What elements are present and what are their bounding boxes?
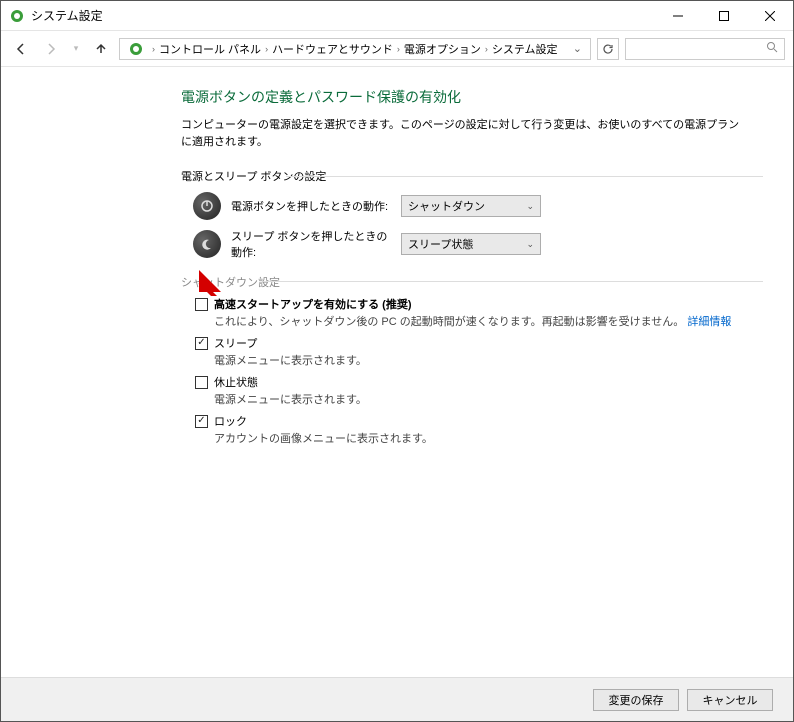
fast-startup-title: 高速スタートアップを有効にする (推奨) bbox=[214, 296, 412, 312]
chevron-right-icon: › bbox=[265, 44, 268, 54]
footer: 変更の保存 キャンセル bbox=[1, 677, 793, 721]
breadcrumb-item[interactable]: 電源オプション bbox=[404, 41, 481, 57]
fast-startup-option: 高速スタートアップを有効にする (推奨) これにより、シャットダウン後の PC … bbox=[195, 296, 793, 329]
navbar: ▾ › コントロール パネル › ハードウェアとサウンド › 電源オプション ›… bbox=[1, 31, 793, 67]
page-heading: 電源ボタンの定義とパスワード保護の有効化 bbox=[181, 87, 793, 107]
back-button[interactable] bbox=[9, 37, 33, 61]
breadcrumb-item[interactable]: ハードウェアとサウンド bbox=[272, 41, 393, 57]
power-icon bbox=[193, 192, 221, 220]
sleep-title: スリープ bbox=[214, 335, 257, 351]
hibernate-option: 休止状態 電源メニューに表示されます。 bbox=[195, 374, 793, 407]
lock-checkbox[interactable] bbox=[195, 415, 208, 428]
save-button[interactable]: 変更の保存 bbox=[593, 689, 679, 711]
hibernate-checkbox[interactable] bbox=[195, 376, 208, 389]
sleep-button-row: スリープ ボタンを押したときの動作: スリープ状態 ⌄ bbox=[193, 228, 793, 260]
shutdown-group-label: シャットダウン設定 bbox=[181, 274, 793, 290]
sleep-button-action-select[interactable]: スリープ状態 ⌄ bbox=[401, 233, 541, 255]
window-title: システム設定 bbox=[31, 7, 655, 24]
cancel-button[interactable]: キャンセル bbox=[687, 689, 773, 711]
chevron-down-icon[interactable]: ⌄ bbox=[569, 42, 586, 55]
power-button-label: 電源ボタンを押したときの動作: bbox=[231, 198, 391, 214]
chevron-right-icon: › bbox=[485, 44, 488, 54]
recent-button[interactable]: ▾ bbox=[69, 37, 83, 61]
titlebar: システム設定 bbox=[1, 1, 793, 31]
sleep-button-label: スリープ ボタンを押したときの動作: bbox=[231, 228, 391, 260]
breadcrumb[interactable]: › コントロール パネル › ハードウェアとサウンド › 電源オプション › シ… bbox=[119, 38, 591, 60]
power-button-action-select[interactable]: シャットダウン ⌄ bbox=[401, 195, 541, 217]
power-options-icon bbox=[128, 41, 144, 57]
hibernate-title: 休止状態 bbox=[214, 374, 258, 390]
sleep-option: スリープ 電源メニューに表示されます。 bbox=[195, 335, 793, 368]
refresh-button[interactable] bbox=[597, 38, 619, 60]
power-sleep-group-label: 電源とスリープ ボタンの設定 bbox=[181, 168, 793, 184]
hibernate-description: 電源メニューに表示されます。 bbox=[214, 391, 793, 407]
sleep-description: 電源メニューに表示されます。 bbox=[214, 352, 793, 368]
app-icon bbox=[9, 8, 25, 24]
lock-option: ロック アカウントの画像メニューに表示されます。 bbox=[195, 413, 793, 446]
shutdown-settings-group: シャットダウン設定 高速スタートアップを有効にする (推奨) これにより、シャッ… bbox=[181, 274, 793, 446]
sleep-checkbox[interactable] bbox=[195, 337, 208, 350]
lock-description: アカウントの画像メニューに表示されます。 bbox=[214, 430, 793, 446]
search-icon bbox=[766, 41, 778, 56]
maximize-button[interactable] bbox=[701, 1, 747, 30]
lock-title: ロック bbox=[214, 413, 247, 429]
minimize-button[interactable] bbox=[655, 1, 701, 30]
breadcrumb-item[interactable]: システム設定 bbox=[492, 41, 558, 57]
content-area: 電源ボタンの定義とパスワード保護の有効化 コンピューターの電源設定を選択できます… bbox=[1, 67, 793, 677]
sleep-icon bbox=[193, 230, 221, 258]
chevron-down-icon: ⌄ bbox=[526, 201, 534, 212]
search-input[interactable] bbox=[625, 38, 785, 60]
chevron-right-icon: › bbox=[152, 44, 155, 54]
breadcrumb-item[interactable]: コントロール パネル bbox=[159, 41, 261, 57]
up-button[interactable] bbox=[89, 37, 113, 61]
forward-button[interactable] bbox=[39, 37, 63, 61]
fast-startup-details-link[interactable]: 詳細情報 bbox=[687, 316, 731, 328]
page-description: コンピューターの電源設定を選択できます。このページの設定に対して行う変更は、お使… bbox=[181, 117, 741, 150]
chevron-down-icon: ⌄ bbox=[526, 239, 534, 250]
close-button[interactable] bbox=[747, 1, 793, 30]
system-settings-window: システム設定 ▾ › コントロール パネル › ハードウェアとサウンド › 電源… bbox=[0, 0, 794, 722]
power-button-row: 電源ボタンを押したときの動作: シャットダウン ⌄ bbox=[193, 192, 793, 220]
chevron-right-icon: › bbox=[397, 44, 400, 54]
red-arrow-annotation bbox=[195, 268, 225, 301]
fast-startup-description: これにより、シャットダウン後の PC の起動時間が速くなります。再起動は影響を受… bbox=[214, 313, 793, 329]
